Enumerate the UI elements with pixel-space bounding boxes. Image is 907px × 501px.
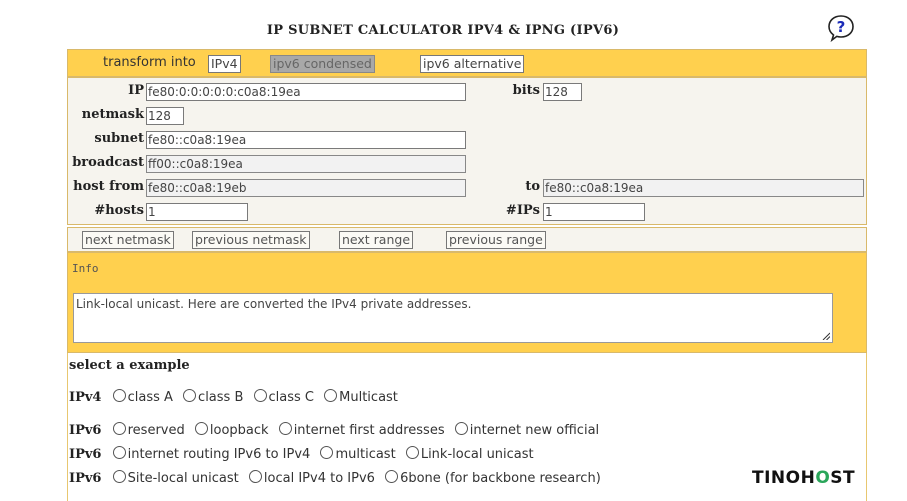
examples-row-ipv4: IPv4 class A class B class C Multicast [69,389,401,405]
examples-row-ipv6-3: IPv6 Site-local unicast local IPv4 to IP… [69,470,604,486]
option-label: Multicast [339,390,398,405]
ips-field: 1 [543,203,645,221]
option-label: class A [127,390,173,405]
row-key: IPv6 [69,471,102,486]
transform-bar: transform into IPv4 ipv6 condensed ipv6 … [67,49,867,77]
option-label: internet routing IPv6 to IPv4 [127,447,311,462]
option-label: 6bone (for backbone research) [400,471,601,486]
option-label: loopback [209,423,269,438]
page-title: IP SUBNET CALCULATOR IPV4 & IPNG (IPV6) [266,23,620,38]
radio-class-b[interactable] [183,389,197,402]
radio-class-a[interactable] [112,389,126,402]
hosts-field: 1 [146,203,248,221]
examples-heading: select a example [69,358,190,373]
radio-ipv6-multicast[interactable] [320,446,334,459]
ip-label: IP [128,83,144,98]
option-label: internet new official [469,423,600,438]
option-label: class C [268,390,314,405]
netmask-input[interactable]: 128 [146,107,184,125]
info-panel: Info Link-local unicast. Here are conver… [67,252,867,353]
next-netmask-button[interactable]: next netmask [82,231,174,249]
bits-input[interactable]: 128 [543,83,582,101]
radio-link-local[interactable] [405,446,419,459]
radio-class-c[interactable] [253,389,267,402]
option-label: class B [198,390,244,405]
ipv4-button[interactable]: IPv4 [208,55,241,73]
radio-internet-first[interactable] [278,422,292,435]
radio-loopback[interactable] [194,422,208,435]
host-from-label: host from [73,179,144,194]
radio-site-local[interactable] [112,470,126,483]
svg-text:?: ? [837,18,846,36]
radio-local-ipv4-to-ipv6[interactable] [248,470,262,483]
info-text: Link-local unicast. Here are converted t… [76,297,472,311]
subnet-input[interactable]: fe80::c0a8:19ea [146,131,466,149]
option-label: internet first addresses [293,423,445,438]
bits-label: bits [512,83,540,98]
radio-6bone[interactable] [385,470,399,483]
resize-grip-icon[interactable] [822,332,830,340]
broadcast-field: ff00::c0a8:19ea [146,155,466,173]
broadcast-label: broadcast [72,155,144,170]
hosts-label: #hosts [94,203,144,218]
info-textarea[interactable]: Link-local unicast. Here are converted t… [73,293,833,343]
info-label: Info [72,262,99,275]
fields-panel: IP fe80:0:0:0:0:0:c0a8:19ea bits 128 net… [67,77,867,225]
ips-label: #IPs [505,203,540,218]
radio-internet-new-official[interactable] [454,422,468,435]
examples-row-ipv6-1: IPv6 reserved loopback internet first ad… [69,422,602,438]
row-key: IPv6 [69,447,102,462]
brand-logo: TINOHOST [752,468,856,488]
host-from-field: fe80::c0a8:19eb [146,179,466,197]
subnet-label: subnet [94,131,144,146]
transform-label: transform into [103,55,196,70]
nav-bar: next netmask previous netmask next range… [67,227,867,252]
previous-netmask-button[interactable]: previous netmask [192,231,310,249]
netmask-label: netmask [81,107,144,122]
question-bubble-icon[interactable]: ? [827,14,855,43]
option-label: Site-local unicast [127,471,239,486]
ipv6-alternative-button[interactable]: ipv6 alternative [420,55,525,73]
examples-row-ipv6-2: IPv6 internet routing IPv6 to IPv4 multi… [69,446,537,462]
previous-range-button[interactable]: previous range [446,231,546,249]
option-label: multicast [335,447,396,462]
row-key: IPv4 [69,390,102,405]
next-range-button[interactable]: next range [339,231,414,249]
radio-reserved[interactable] [112,422,126,435]
option-label: Link-local unicast [420,447,534,462]
to-field: fe80::c0a8:19ea [543,179,864,197]
ip-input[interactable]: fe80:0:0:0:0:0:c0a8:19ea [146,83,466,101]
radio-internet-routing[interactable] [112,446,126,459]
ipv6-condensed-button[interactable]: ipv6 condensed [270,55,375,73]
option-label: local IPv4 to IPv6 [263,471,375,486]
row-key: IPv6 [69,423,102,438]
to-label: to [525,179,540,194]
radio-multicast[interactable] [324,389,338,402]
option-label: reserved [127,423,185,438]
